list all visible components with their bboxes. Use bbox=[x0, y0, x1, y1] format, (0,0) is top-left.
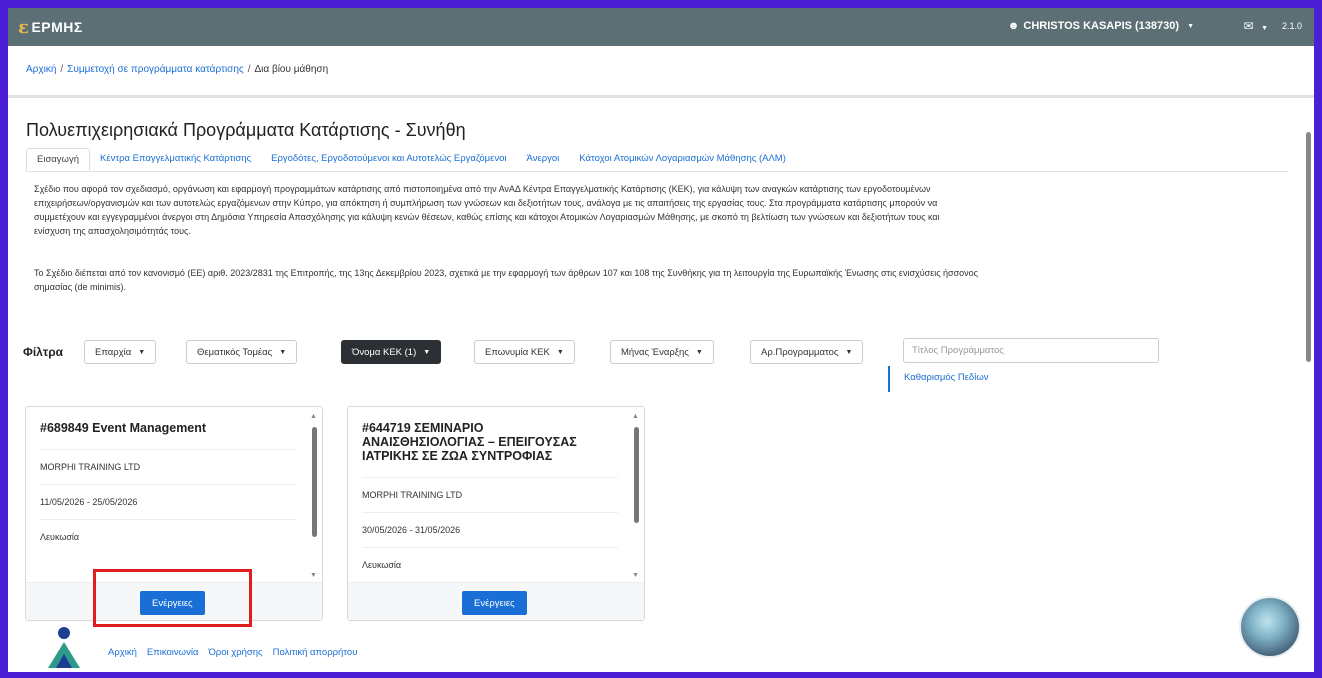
chat-assistant-avatar[interactable] bbox=[1239, 596, 1301, 658]
caret-down-icon: ▼ bbox=[423, 348, 431, 356]
app-version: 2.1.0 bbox=[1281, 21, 1302, 31]
anad-logo-icon bbox=[48, 627, 80, 668]
highlight-box bbox=[93, 569, 252, 627]
tab-divider bbox=[26, 171, 1288, 172]
page-scrollbar[interactable] bbox=[1304, 112, 1312, 672]
caret-down-icon: ▼ bbox=[845, 348, 853, 356]
footer-terms-link[interactable]: Όροι χρήσης bbox=[208, 647, 262, 658]
description-line: Σχέδιο που αφορά τον σχεδιασμό, οργάνωση… bbox=[34, 184, 931, 194]
filter-label: Επαρχία bbox=[95, 346, 132, 358]
regulation-line: σημασίας (de minimis). bbox=[34, 282, 127, 292]
description-line: ενίσχυση της απασχολησιμότητάς τους. bbox=[34, 226, 191, 236]
program-dates: 30/05/2026 - 31/05/2026 bbox=[362, 512, 618, 547]
program-provider: MORPHI TRAINING LTD bbox=[40, 449, 296, 484]
caret-down-icon: ▼ bbox=[556, 348, 564, 356]
filter-label: Όνομα ΚΕΚ (1) bbox=[352, 346, 417, 358]
tab-bar: Εισαγωγή Κέντρα Επαγγελματικής Κατάρτιση… bbox=[26, 148, 796, 171]
messages-menu[interactable]: ✉ ▼ bbox=[1244, 19, 1268, 33]
description-paragraph: Σχέδιο που αφορά τον σχεδιασμό, οργάνωση… bbox=[34, 182, 1284, 238]
chevron-down-icon: ▼ bbox=[1187, 22, 1194, 30]
program-title-line: ΑΝΑΙΣΘΗΣΙΟΛΟΓΙΑΣ – ΕΠΕΙΓΟΥΣΑΣ bbox=[362, 435, 577, 449]
footer-links: Αρχική Επικοινωνία Όροι χρήσης Πολιτική … bbox=[108, 647, 357, 658]
app-logo[interactable]: ε ΕΡΜΗΣ bbox=[18, 17, 83, 38]
breadcrumb-separator: / bbox=[247, 64, 251, 75]
program-location: Λευκωσία bbox=[362, 547, 618, 582]
footer-privacy-link[interactable]: Πολιτική απορρήτου bbox=[273, 647, 358, 658]
filter-region-dropdown[interactable]: Επαρχία ▼ bbox=[84, 340, 157, 364]
regulation-paragraph: Το Σχέδιο διέπεται από τον κανονισμό (ΕΕ… bbox=[34, 266, 1284, 294]
program-title: #689849 Event Management bbox=[40, 421, 207, 435]
tab-unemployed[interactable]: Άνεργοι bbox=[517, 148, 570, 171]
card-scrollbar[interactable]: ▲ ▼ bbox=[632, 413, 640, 579]
filter-kek-brand-dropdown[interactable]: Επωνυμία ΚΕΚ ▼ bbox=[474, 340, 575, 364]
user-icon: ☻ bbox=[1007, 20, 1020, 32]
scroll-up-icon[interactable]: ▲ bbox=[632, 413, 639, 420]
footer-home-link[interactable]: Αρχική bbox=[108, 647, 137, 658]
program-card-body: #644719 ΣΕΜΙΝΑΡΙΟ ΑΝΑΙΣΘΗΣΙΟΛΟΓΙΑΣ – ΕΠΕ… bbox=[348, 407, 632, 584]
scrollbar-thumb[interactable] bbox=[312, 427, 317, 537]
program-provider: MORPHI TRAINING LTD bbox=[362, 477, 618, 512]
filter-label: Επωνυμία ΚΕΚ bbox=[485, 346, 550, 358]
filter-kek-name-dropdown[interactable]: Όνομα ΚΕΚ (1) ▼ bbox=[341, 340, 442, 364]
filter-label: Αρ.Προγραμματος bbox=[761, 346, 839, 358]
breadcrumb-current: Δια βίου μάθηση bbox=[254, 64, 329, 75]
description-line: συμμετέχουν και εγγεγραμμένοι άνεργοι στ… bbox=[34, 212, 940, 222]
scroll-up-icon[interactable]: ▲ bbox=[310, 413, 317, 420]
breadcrumb-home-link[interactable]: Αρχική bbox=[26, 64, 56, 75]
program-card: #644719 ΣΕΜΙΝΑΡΙΟ ΑΝΑΙΣΘΗΣΙΟΛΟΓΙΑΣ – ΕΠΕ… bbox=[347, 406, 645, 621]
page-scrollbar-thumb[interactable] bbox=[1306, 132, 1311, 362]
hermes-logo-icon: ε bbox=[18, 16, 30, 38]
chevron-down-icon: ▼ bbox=[1261, 25, 1268, 32]
filter-program-number-dropdown[interactable]: Αρ.Προγραμματος ▼ bbox=[750, 340, 864, 364]
tab-introduction[interactable]: Εισαγωγή bbox=[26, 148, 91, 171]
actions-button[interactable]: Ενέργειες bbox=[462, 591, 527, 615]
top-bar: ε ΕΡΜΗΣ ☻ CHRISTOS KASAPIS (138730) ▼ ✉ … bbox=[8, 8, 1314, 46]
filters-label: Φίλτρα bbox=[23, 345, 64, 359]
program-dates: 11/05/2026 - 25/05/2026 bbox=[40, 484, 296, 519]
tab-training-centers[interactable]: Κέντρα Επαγγελματικής Κατάρτισης bbox=[90, 148, 261, 171]
mail-icon: ✉ bbox=[1243, 19, 1254, 33]
caret-down-icon: ▼ bbox=[279, 348, 287, 356]
footer-contact-link[interactable]: Επικοινωνία bbox=[147, 647, 199, 658]
program-title-search-input[interactable]: Τίτλος Προγράμματος bbox=[903, 338, 1159, 363]
scroll-down-icon[interactable]: ▼ bbox=[632, 572, 639, 579]
filter-label: Θεματικός Τομέας bbox=[197, 346, 273, 358]
clear-fields-link[interactable]: Καθαρισμός Πεδίων bbox=[904, 372, 989, 383]
card-scrollbar[interactable]: ▲ ▼ bbox=[310, 413, 318, 579]
clear-divider bbox=[888, 366, 890, 392]
description-line: επιχειρήσεων/οργανισμών και των αυτοτελώ… bbox=[34, 198, 938, 208]
filter-sector-dropdown[interactable]: Θεματικός Τομέας ▼ bbox=[186, 340, 298, 364]
caret-down-icon: ▼ bbox=[695, 348, 703, 356]
breadcrumb-separator: / bbox=[60, 64, 64, 75]
app-frame: ε ΕΡΜΗΣ ☻ CHRISTOS KASAPIS (138730) ▼ ✉ … bbox=[8, 8, 1314, 672]
regulation-line: Το Σχέδιο διέπεται από τον κανονισμό (ΕΕ… bbox=[34, 268, 979, 278]
program-card-body: #689849 Event Management MORPHI TRAINING… bbox=[26, 407, 310, 584]
program-card-footer: Ενέργειες bbox=[348, 582, 644, 620]
caret-down-icon: ▼ bbox=[138, 348, 146, 356]
scrollbar-thumb[interactable] bbox=[634, 427, 639, 523]
filter-start-month-dropdown[interactable]: Μήνας Έναρξης ▼ bbox=[610, 340, 714, 364]
program-location: Λευκωσία bbox=[40, 519, 296, 554]
breadcrumb: Αρχική / Συμμετοχή σε προγράμματα κατάρτισ… bbox=[8, 46, 1314, 98]
user-name: CHRISTOS KASAPIS (138730) bbox=[1023, 20, 1180, 32]
tab-learning-accounts[interactable]: Κάτοχοι Ατομικών Λογαριασμών Μάθησης (ΑΛ… bbox=[569, 148, 796, 171]
scroll-down-icon[interactable]: ▼ bbox=[310, 572, 317, 579]
program-title-line: ΙΑΤΡΙΚΗΣ ΣΕ ΖΩΑ ΣΥΝΤΡΟΦΙΑΣ bbox=[362, 449, 553, 463]
app-logo-text: ΕΡΜΗΣ bbox=[31, 19, 83, 35]
breadcrumb-participation-link[interactable]: Συμμετοχή σε προγράμματα κατάρτισης bbox=[67, 64, 244, 75]
program-title-line: #644719 ΣΕΜΙΝΑΡΙΟ bbox=[362, 421, 484, 435]
page-title: Πολυεπιχειρησιακά Προγράμματα Κατάρτισης… bbox=[26, 120, 466, 140]
filter-label: Μήνας Έναρξης bbox=[621, 346, 689, 358]
user-menu[interactable]: ☻ CHRISTOS KASAPIS (138730) ▼ bbox=[1008, 20, 1194, 32]
tab-employers[interactable]: Εργοδότες, Εργοδοτούμενοι και Αυτοτελώς … bbox=[261, 148, 516, 171]
